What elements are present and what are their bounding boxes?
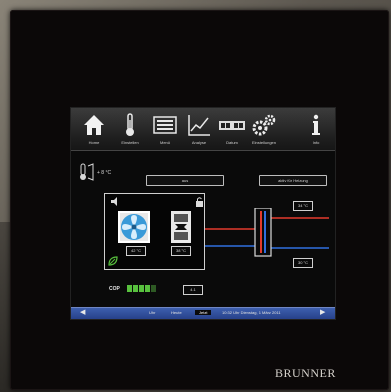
fan-temperature: 42 °C [126,246,146,256]
toolbar-analysis-button[interactable]: Analyse [182,110,216,148]
compressor-tile[interactable] [171,211,191,243]
clock-icon [219,121,245,130]
toolbar-label: Home [88,140,100,145]
outside-temperature: + 8 °C [97,170,112,176]
leaf-icon [108,256,118,266]
compressor-temperature: 38 °C [171,246,191,256]
previous-arrow-icon[interactable]: ◀ [80,309,85,317]
next-arrow-icon[interactable]: ▶ [320,309,325,317]
date-display: 10:32 Uhr Dienstag, 1 März 2011 [222,310,281,315]
time-navigation-bar: ◀ Uhr Heute Jetzt 10:32 Uhr Dienstag, 1 … [71,307,335,319]
home-icon [84,115,104,135]
info-icon [312,114,320,135]
cop-meter [127,285,156,292]
heatpump-mode-button[interactable]: aus [146,175,224,186]
time-option[interactable]: Heute [171,310,182,315]
control-panel-device: Home Einstellen Menü Analyse Datum Einst… [10,10,389,390]
top-toolbar: Home Einstellen Menü Analyse Datum Einst… [71,108,335,151]
cop-value: 4.1 [183,285,203,295]
toolbar-label: Menü [159,140,170,145]
brand-logo: BRUNNER [275,366,336,380]
menu-icon [153,116,177,134]
toolbar-settings-button[interactable]: Einstellungen [247,110,281,148]
toolbar-label: Analyse [191,140,207,145]
toolbar-date-button[interactable]: Datum [215,110,249,148]
toolbar-label: Info [312,140,320,145]
cop-bar [133,285,138,292]
toolbar-label: Einstellungen [251,140,277,145]
flow-temperature: 34 °C [293,201,313,211]
time-option[interactable]: Uhr [149,310,155,315]
touch-screen: Home Einstellen Menü Analyse Datum Einst… [70,107,336,320]
heatpump-panel: 42 °C 38 °C [104,193,205,270]
thermometer-icon [126,113,134,136]
toolbar-label: Einstellen [121,140,139,145]
fan-tile[interactable] [118,211,150,243]
toolbar-adjust-button[interactable]: Einstellen [113,110,147,148]
hydraulic-pipes [205,208,329,257]
chart-icon [188,115,210,136]
time-option-active[interactable]: Jetzt [195,310,212,315]
cop-bar [139,285,144,292]
compressor-icon [171,211,191,243]
heating-mode-button[interactable]: aktiv für Heizung [259,175,327,186]
fan-icon [120,213,148,241]
outdoor-sensor-icon [80,163,94,181]
cop-bar [127,285,132,292]
cop-label: COP [109,286,120,292]
cop-bar [145,285,150,292]
speaker-icon [111,197,117,206]
gears-icon [252,114,276,136]
toolbar-label: Datum [226,140,238,145]
cop-bar [151,285,156,292]
return-temperature: 30 °C [293,258,313,268]
toolbar-home-button[interactable]: Home [77,110,111,148]
toolbar-info-button[interactable]: Info [299,110,333,148]
lock-icon[interactable] [195,197,204,207]
toolbar-menu-button[interactable]: Menü [148,110,182,148]
